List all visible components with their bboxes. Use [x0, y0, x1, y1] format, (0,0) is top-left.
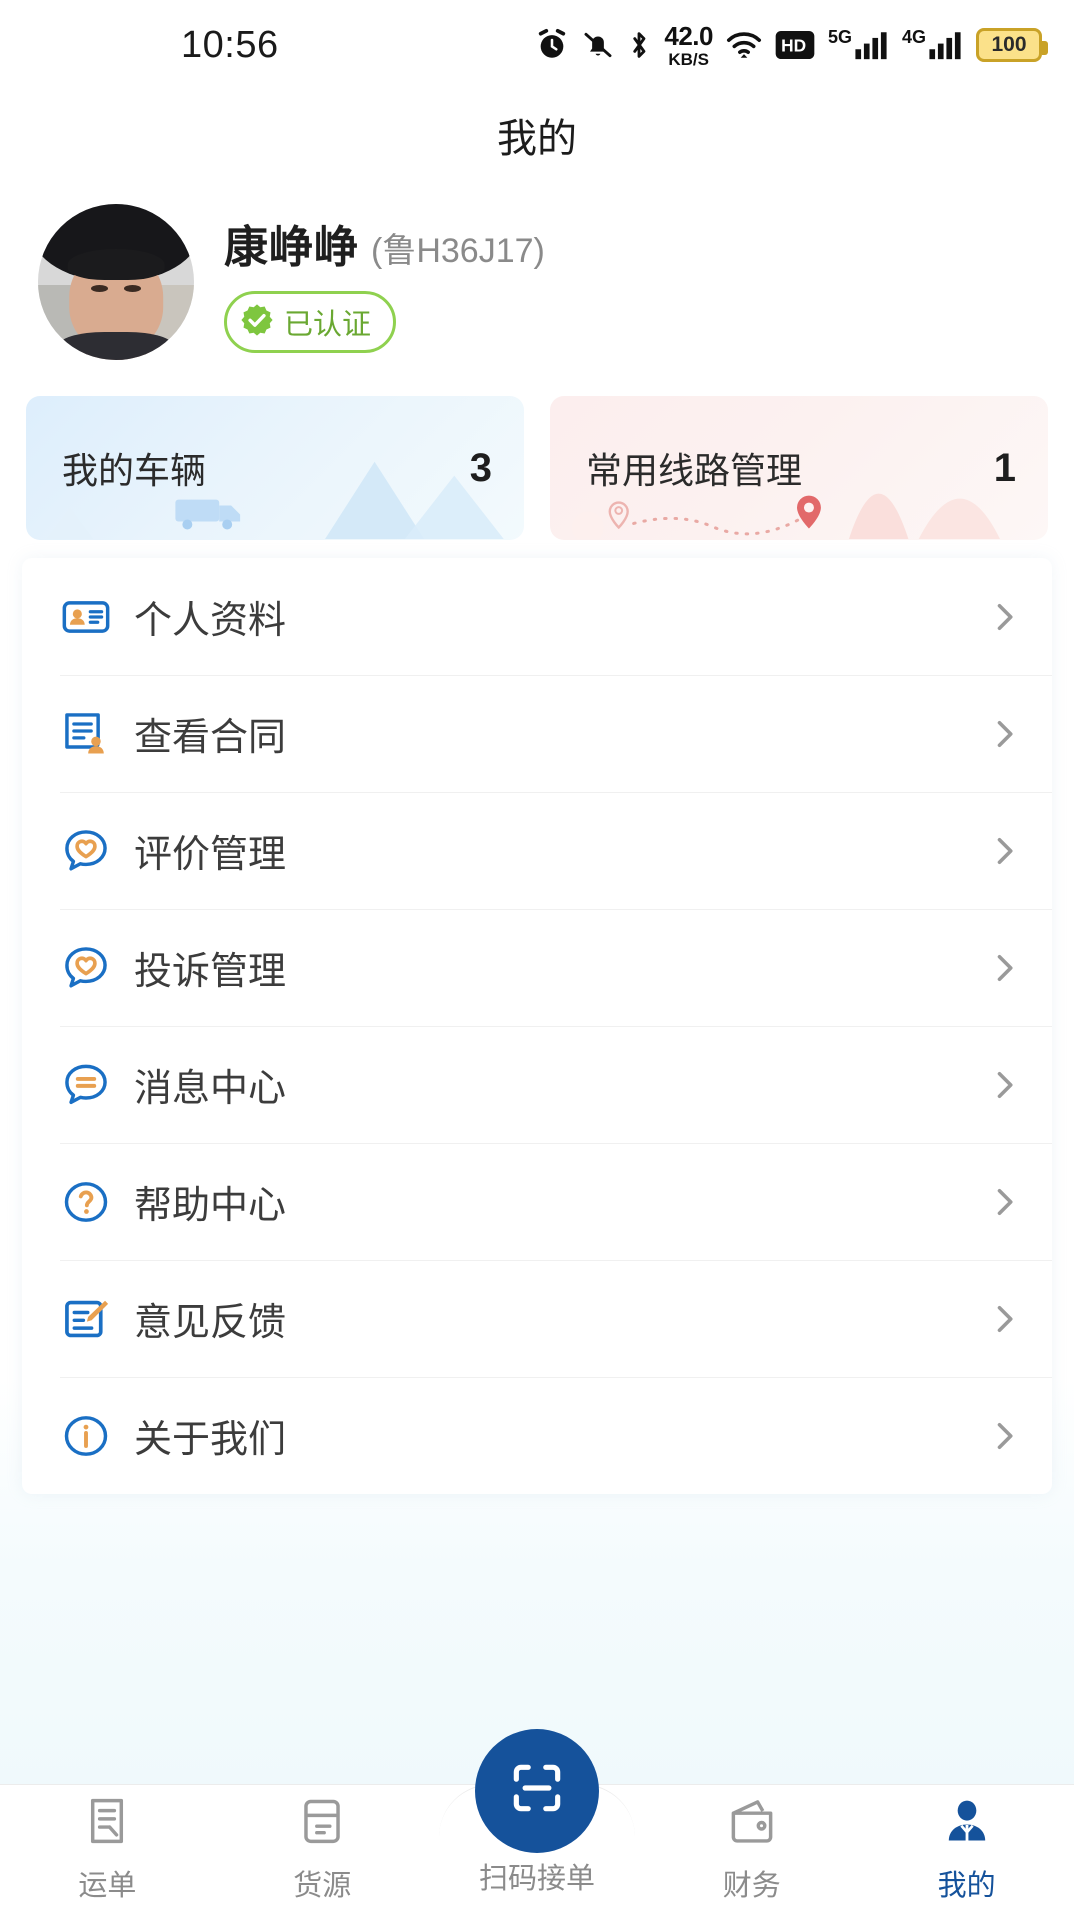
menu-item-personal-info[interactable]: 个人资料 — [22, 558, 1052, 675]
verified-check-icon — [239, 302, 275, 343]
app-screen: 10:56 42.0 KB/S HD 5G 4G 100 我的 康峥峥 (鲁H3… — [0, 0, 1074, 1914]
tab-waybill[interactable]: 运单 — [0, 1785, 215, 1914]
menu-item-label: 帮助中心 — [134, 1185, 287, 1227]
user-profile-icon — [941, 1795, 993, 1852]
tab-label: 财务 — [722, 1870, 781, 1902]
menu-item-label: 查看合同 — [134, 717, 287, 759]
chevron-right-icon — [986, 1301, 1022, 1337]
status-bar: 10:56 42.0 KB/S HD 5G 4G 100 — [0, 0, 1074, 90]
bluetooth-icon — [627, 28, 651, 62]
my-vehicles-count: 3 — [469, 445, 492, 490]
profile-section[interactable]: 康峥峥 (鲁H36J17) 已认证 — [0, 180, 1074, 382]
network-speed-value: 42.0 — [664, 20, 713, 51]
common-routes-count: 1 — [993, 445, 1016, 490]
chevron-right-icon — [986, 599, 1022, 635]
review-heart-bubble-icon — [60, 825, 112, 877]
svg-text:HD: HD — [781, 36, 806, 56]
menu-item-label: 个人资料 — [134, 600, 287, 642]
menu-item-help-center[interactable]: 帮助中心 — [22, 1143, 1052, 1260]
page-title: 我的 — [497, 117, 577, 161]
menu-item-label: 关于我们 — [134, 1419, 287, 1461]
tab-label: 运单 — [78, 1870, 137, 1902]
tab-finance[interactable]: 财务 — [644, 1785, 859, 1914]
menu-item-complaint-management[interactable]: 投诉管理 — [22, 909, 1052, 1026]
common-routes-label: 常用线路管理 — [586, 450, 803, 491]
complaint-heart-bubble-icon — [60, 942, 112, 994]
chevron-right-icon — [986, 1418, 1022, 1454]
menu-item-view-contract[interactable]: 查看合同 — [22, 675, 1052, 792]
chevron-right-icon — [986, 1067, 1022, 1103]
tab-label: 我的 — [937, 1870, 996, 1902]
help-question-icon — [60, 1176, 112, 1228]
message-bubble-icon — [60, 1059, 112, 1111]
chevron-right-icon — [986, 1184, 1022, 1220]
summary-cards: 我的车辆 3 常用线路管理 1 — [0, 382, 1074, 540]
menu-item-label: 意见反馈 — [134, 1302, 287, 1344]
menu-item-message-center[interactable]: 消息中心 — [22, 1026, 1052, 1143]
waybill-icon — [81, 1795, 133, 1852]
network-speed-indicator: 42.0 KB/S — [664, 23, 713, 68]
profile-info: 康峥峥 (鲁H36J17) 已认证 — [224, 211, 545, 353]
vehicle-plate: (鲁H36J17) — [371, 232, 545, 270]
user-name: 康峥峥 — [224, 223, 359, 272]
tab-scan-order[interactable]: 扫码接单 — [430, 1728, 645, 1914]
contract-stamp-icon — [60, 708, 112, 760]
menu-item-label: 投诉管理 — [134, 951, 287, 993]
tab-label: 货源 — [293, 1870, 352, 1902]
chevron-right-icon — [986, 833, 1022, 869]
info-circle-icon — [60, 1410, 112, 1462]
verified-label: 已认证 — [284, 309, 372, 341]
menu-item-label: 评价管理 — [134, 834, 287, 876]
chevron-right-icon — [986, 716, 1022, 752]
wifi-icon — [726, 28, 762, 62]
hd-icon: HD — [775, 30, 815, 60]
bottom-navigation: 运单 货源 扫码接单 财务 我的 — [0, 1728, 1074, 1914]
my-vehicles-card[interactable]: 我的车辆 3 — [26, 396, 524, 540]
bell-muted-icon — [582, 28, 614, 62]
my-vehicles-label: 我的车辆 — [62, 450, 207, 491]
menu-item-feedback[interactable]: 意见反馈 — [22, 1260, 1052, 1377]
chevron-right-icon — [986, 950, 1022, 986]
avatar[interactable] — [38, 204, 194, 360]
network-speed-unit: KB/S — [668, 49, 709, 69]
scan-qr-button[interactable] — [474, 1728, 599, 1853]
scan-qr-icon — [506, 1757, 568, 1824]
status-badge: 已认证 — [224, 291, 397, 353]
common-routes-card[interactable]: 常用线路管理 1 — [550, 396, 1048, 540]
menu-item-review-management[interactable]: 评价管理 — [22, 792, 1052, 909]
tab-label: 扫码接单 — [478, 1862, 595, 1895]
cargo-source-icon — [296, 1795, 348, 1852]
battery-level: 100 — [991, 33, 1027, 56]
signal-5g-icon: 5G — [828, 28, 889, 62]
tab-cargo-source[interactable]: 货源 — [215, 1785, 430, 1914]
menu-list: 个人资料 查看合同 评价管理 投诉管理 消息中心 帮助中心 意见反馈 关于我们 — [22, 558, 1052, 1494]
tab-profile[interactable]: 我的 — [859, 1785, 1074, 1914]
alarm-icon — [535, 28, 569, 62]
wallet-icon — [726, 1795, 778, 1852]
status-icons: 42.0 KB/S HD 5G 4G 100 — [535, 0, 1048, 90]
id-card-icon — [60, 591, 112, 643]
status-time: 10:56 — [181, 23, 279, 66]
menu-item-about-us[interactable]: 关于我们 — [22, 1377, 1052, 1494]
menu-item-label: 消息中心 — [134, 1068, 287, 1110]
feedback-pencil-icon — [60, 1293, 112, 1345]
battery-icon: 100 — [976, 28, 1048, 62]
page-header: 我的 — [0, 90, 1074, 180]
signal-4g-icon: 4G — [902, 28, 963, 62]
